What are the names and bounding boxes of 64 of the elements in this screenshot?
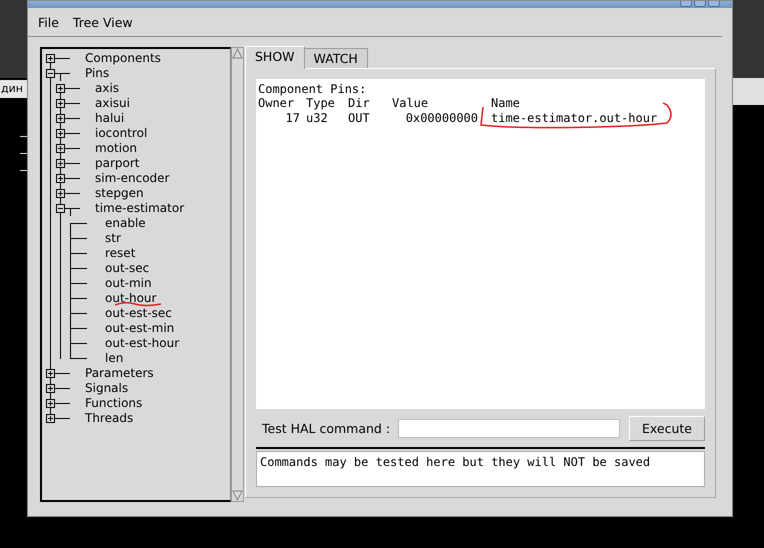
tree-item[interactable]: Signals bbox=[85, 381, 128, 396]
table-cell-text: 17 bbox=[286, 111, 301, 126]
tree-item[interactable]: reset bbox=[105, 246, 136, 261]
tree-item[interactable]: axis bbox=[95, 81, 120, 96]
expand-box-icon[interactable] bbox=[46, 414, 55, 423]
title-bar-button[interactable] bbox=[708, 1, 720, 7]
command-input-field[interactable] bbox=[398, 418, 620, 438]
tab[interactable]: SHOW bbox=[245, 46, 305, 69]
table-cell: OUT bbox=[348, 111, 370, 126]
command-label: Test HAL command : bbox=[261, 420, 392, 436]
execute-button[interactable]: Execute bbox=[629, 416, 705, 441]
table-cell: time-estimator.out-hour bbox=[491, 111, 658, 126]
table-cell: 0x00000000 bbox=[406, 111, 478, 126]
expand-box-icon[interactable] bbox=[56, 129, 65, 138]
column-header: Value bbox=[392, 96, 428, 111]
column-header: Name bbox=[491, 96, 520, 111]
tree-item[interactable]: str bbox=[105, 231, 121, 246]
hand-drawn-underline bbox=[114, 302, 162, 306]
column-header: Owner bbox=[258, 96, 294, 111]
tree-item[interactable]: out-hour bbox=[105, 291, 156, 306]
tree-item[interactable]: out-min bbox=[105, 276, 152, 291]
title-bar-button[interactable] bbox=[680, 1, 692, 7]
desktop-text: дин bbox=[1, 82, 23, 95]
tree-item[interactable]: iocontrol bbox=[95, 126, 148, 141]
tree-item[interactable]: Parameters bbox=[85, 366, 154, 381]
collapse-box-icon[interactable] bbox=[46, 69, 55, 78]
tree-item[interactable]: len bbox=[105, 351, 124, 366]
column-header: Dir bbox=[348, 96, 370, 111]
collapse-box-icon[interactable] bbox=[56, 204, 65, 213]
table-cell: u32 bbox=[306, 111, 328, 126]
expand-box-icon[interactable] bbox=[56, 84, 65, 93]
menu-item[interactable]: File bbox=[38, 14, 59, 30]
expand-box-icon[interactable] bbox=[56, 174, 65, 183]
tree-item[interactable]: Functions bbox=[85, 396, 142, 411]
tree-item[interactable]: Components bbox=[85, 51, 161, 66]
menu-item[interactable]: Tree View bbox=[72, 14, 133, 30]
expand-box-icon[interactable] bbox=[46, 54, 55, 63]
column-header: Type bbox=[306, 96, 335, 111]
tree-item[interactable]: parport bbox=[95, 156, 140, 171]
output-text-area: Commands may be tested here but they will NOT be saved bbox=[256, 451, 705, 487]
expand-box-icon[interactable] bbox=[56, 144, 65, 153]
tree-item[interactable]: stepgen bbox=[95, 186, 144, 201]
tree-item[interactable]: Threads bbox=[85, 411, 134, 426]
tree-item[interactable]: enable bbox=[105, 216, 146, 231]
tree-item[interactable]: out-est-hour bbox=[105, 336, 180, 351]
expand-box-icon[interactable] bbox=[56, 189, 65, 198]
tab[interactable]: WATCH bbox=[304, 48, 368, 69]
expand-box-icon[interactable] bbox=[56, 114, 65, 123]
tree-item[interactable]: out-sec bbox=[105, 261, 150, 276]
tree-item[interactable]: sim-encoder bbox=[95, 171, 170, 186]
expand-box-icon[interactable] bbox=[46, 369, 55, 378]
pins-heading: Component Pins: bbox=[258, 82, 368, 96]
expand-box-icon[interactable] bbox=[56, 159, 65, 168]
expand-box-icon[interactable] bbox=[46, 399, 55, 408]
expand-box-icon[interactable] bbox=[46, 384, 55, 393]
title-bar-button[interactable] bbox=[694, 1, 706, 7]
tree-item[interactable]: out-est-min bbox=[105, 321, 174, 336]
tree-item[interactable]: axisui bbox=[95, 96, 130, 111]
tree-item[interactable]: out-est-sec bbox=[105, 306, 172, 321]
expand-box-icon[interactable] bbox=[56, 99, 65, 108]
tree-item[interactable]: time-estimator bbox=[95, 201, 184, 216]
tree-item[interactable]: halui bbox=[95, 111, 124, 126]
tree-item[interactable]: Pins bbox=[85, 66, 110, 81]
tree-item[interactable]: motion bbox=[95, 141, 138, 156]
